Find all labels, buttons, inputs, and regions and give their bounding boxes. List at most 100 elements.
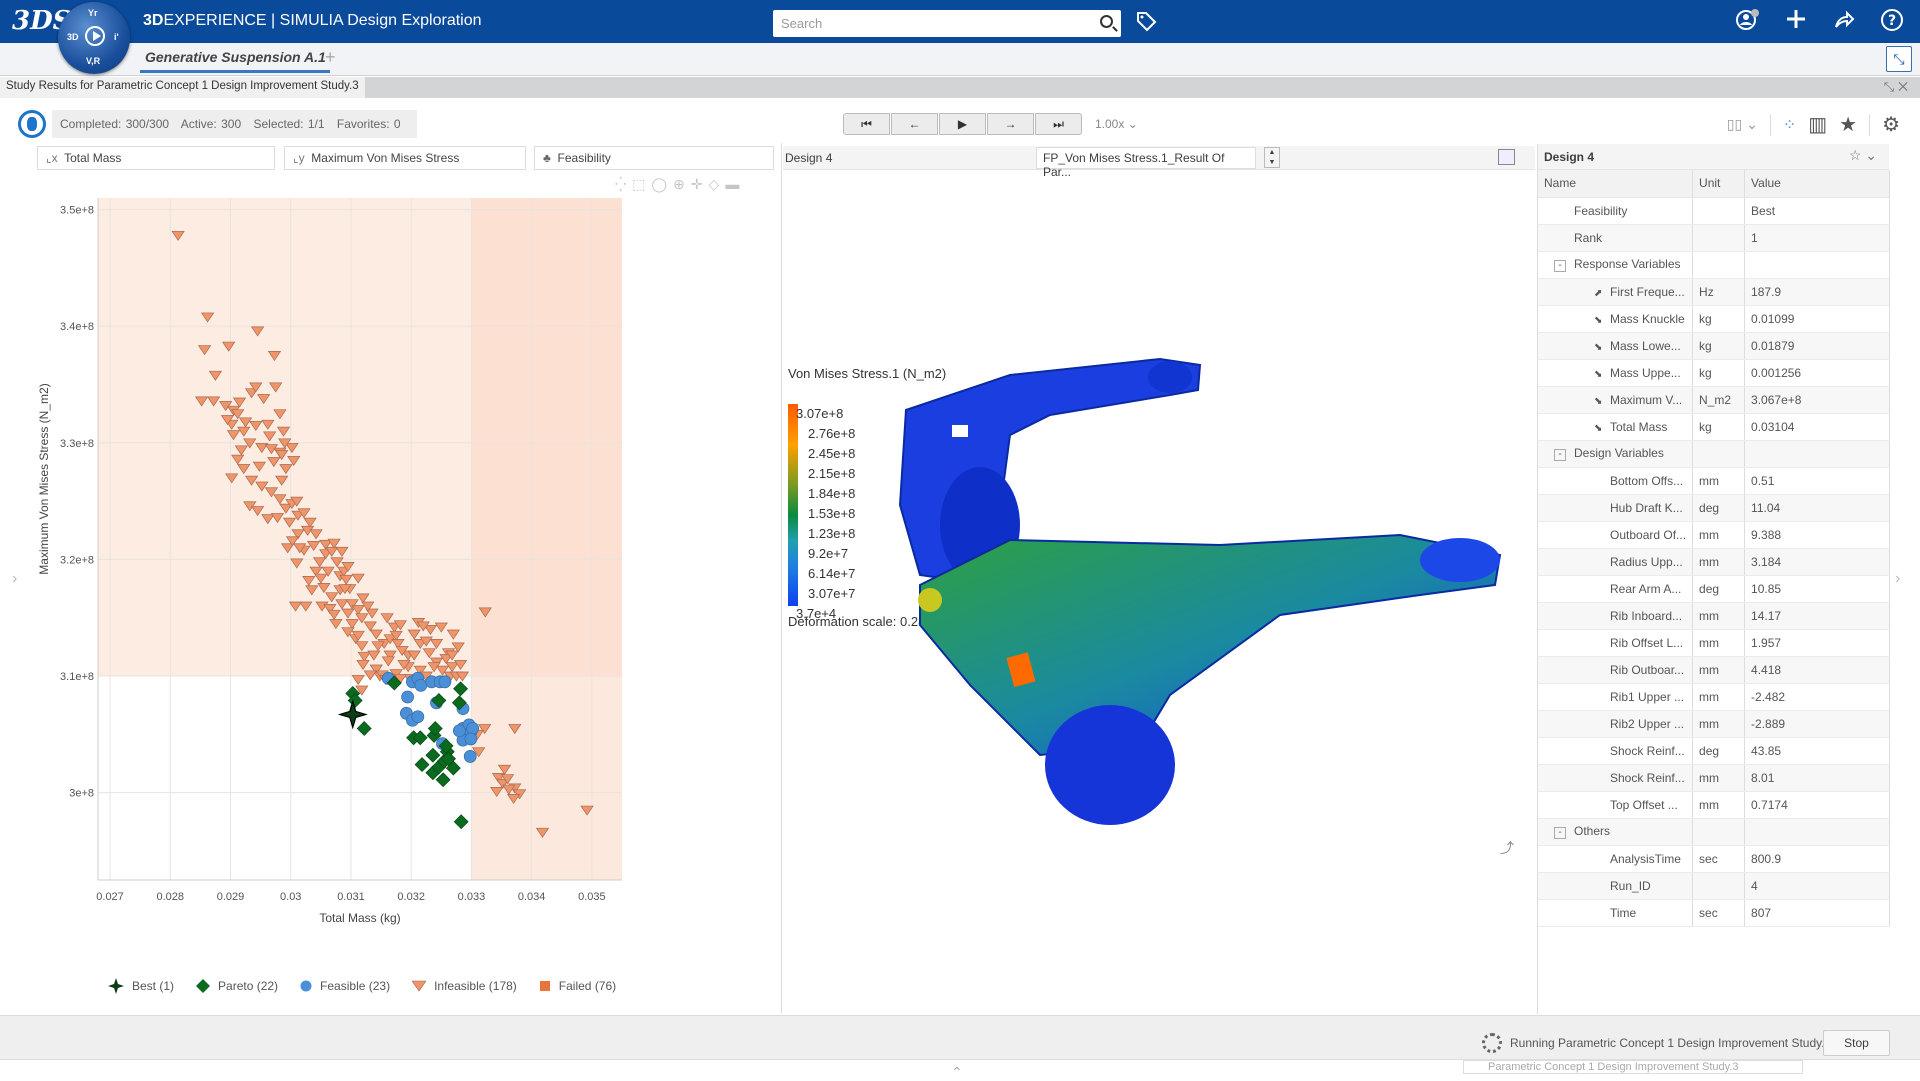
collapse-icon[interactable]: ⤡ (1886, 46, 1912, 72)
add-icon[interactable] (1782, 8, 1810, 38)
details-row[interactable]: ⬊ Total Mass kg 0.03104 (1538, 413, 1890, 441)
close-panel-icon[interactable]: ✕ (1898, 79, 1912, 94)
details-row[interactable]: ⬈ First Freque... Hz 187.9 (1538, 278, 1890, 306)
details-row[interactable]: Time sec 807 (1538, 899, 1890, 927)
spinner-down-icon[interactable]: ▼ (1265, 158, 1279, 168)
details-row[interactable]: ⬊ Maximum V... N_m2 3.067e+8 (1538, 386, 1890, 414)
scatter-chart[interactable]: 0.027 0.028 0.029 0.03 0.031 0.032 0.033 0.034 0… (28, 190, 782, 950)
search-icon[interactable] (1100, 15, 1113, 28)
stress-legend-tick: 1.84e+8 (808, 486, 856, 501)
spinner-up-icon[interactable]: ▲ (1265, 148, 1279, 158)
suspension-model-3d[interactable] (880, 355, 1520, 835)
point-feasible[interactable] (401, 690, 414, 704)
details-row[interactable]: Rank 1 (1538, 224, 1890, 252)
details-row[interactable]: Radius Upp... mm 3.184 (1538, 548, 1890, 576)
y-axis-field[interactable]: ⌞y Maximum Von Mises Stress (284, 146, 526, 170)
details-row[interactable]: Feasibility Best (1538, 197, 1890, 225)
point-feasible[interactable] (414, 678, 428, 692)
info-icon[interactable] (18, 110, 46, 138)
settings-gear-icon[interactable]: ⚙ (1882, 112, 1900, 137)
color-field[interactable]: ♣ Feasibility (534, 146, 774, 170)
minimize-panel-icon[interactable]: ⤡ (1884, 79, 1898, 94)
details-group-row[interactable]: - Others (1538, 818, 1890, 846)
legend-item-infeasible[interactable]: Infeasible (178) (412, 979, 517, 993)
point-pareto[interactable] (453, 681, 469, 697)
favorite-star-outline-icon[interactable]: ☆ ⌄ (1849, 147, 1877, 164)
scatter-plot-icon[interactable]: ⁘ (1783, 115, 1796, 135)
first-design-button[interactable]: ⏮ (843, 113, 890, 135)
x-tick-label: 0.029 (217, 891, 245, 903)
details-row[interactable]: Shock Reinf... mm 8.01 (1538, 764, 1890, 792)
left-panel-expand-icon[interactable]: › (12, 570, 17, 588)
compass-widget[interactable]: Yr 3D i' V,R (58, 2, 130, 74)
next-design-button[interactable]: → (987, 113, 1034, 135)
details-row[interactable]: ⬊ Mass Lowe... kg 0.01879 (1538, 332, 1890, 360)
details-row[interactable]: AnalysisTime sec 800.9 (1538, 845, 1890, 873)
collapse-toggle-icon[interactable]: - (1554, 260, 1566, 272)
collapse-toggle-icon[interactable]: - (1554, 449, 1566, 461)
point-feasible[interactable] (438, 675, 452, 689)
favorite-star-icon[interactable]: ★ (1839, 112, 1857, 137)
point-feasible[interactable] (464, 732, 478, 746)
speed-select[interactable]: 1.00x ⌄ (1095, 117, 1138, 131)
details-row[interactable]: Shock Reinf... deg 43.85 (1538, 737, 1890, 765)
user-icon[interactable] (1734, 8, 1762, 38)
right-panel-expand-icon[interactable]: › (1895, 570, 1900, 588)
point-feasible[interactable] (411, 710, 425, 724)
collapse-toggle-icon[interactable]: - (1554, 827, 1566, 839)
stop-button[interactable]: Stop (1823, 1030, 1890, 1056)
details-row[interactable]: Outboard Of... mm 9.388 (1538, 521, 1890, 549)
layout-icon[interactable]: ▯▯ ⌄ (1727, 116, 1758, 133)
details-row[interactable]: Top Offset ... mm 0.7174 (1538, 791, 1890, 819)
play-button[interactable]: ▶ (939, 113, 986, 135)
point-pareto[interactable] (356, 721, 372, 736)
expand-up-icon[interactable]: ⌃ (951, 1064, 963, 1081)
details-row[interactable]: Rib1 Upper ... mm -2.482 (1538, 683, 1890, 711)
legend-item-best[interactable]: Best (1) (108, 978, 174, 994)
details-row[interactable]: Rib Offset L... mm 1.957 (1538, 629, 1890, 657)
legend-item-feasible[interactable]: Feasible (23) (300, 979, 390, 993)
tag-icon[interactable] (1135, 10, 1157, 38)
details-row[interactable]: Rib2 Upper ... mm -2.889 (1538, 710, 1890, 738)
point-feasible[interactable] (466, 722, 480, 735)
column-header-value[interactable]: Value (1744, 170, 1890, 198)
study-dock-select[interactable]: Parametric Concept 1 Design Improvement … (1463, 1060, 1803, 1074)
search-input[interactable]: Search (773, 10, 1121, 37)
row-unit: mm (1692, 467, 1746, 495)
point-pareto[interactable] (435, 772, 451, 788)
panel-tab-study-results[interactable]: Study Results for Parametric Concept 1 D… (0, 77, 365, 98)
details-row[interactable]: Hub Draft K... deg 11.04 (1538, 494, 1890, 522)
result-select[interactable]: FP_Von Mises Stress.1_Result Of Par... (1036, 147, 1256, 179)
column-header-unit[interactable]: Unit (1692, 170, 1746, 198)
details-row[interactable]: Bottom Offs... mm 0.51 (1538, 467, 1890, 495)
details-group-row[interactable]: - Design Variables (1538, 440, 1890, 468)
details-row[interactable]: Rear Arm A... deg 10.85 (1538, 575, 1890, 603)
previous-design-button[interactable]: ← (891, 113, 938, 135)
column-header-name[interactable]: Name (1538, 170, 1694, 198)
point-infeasible[interactable] (351, 675, 365, 686)
legend-item-failed[interactable]: Failed (76) (539, 979, 616, 993)
help-icon[interactable]: ? (1878, 8, 1906, 38)
share-icon[interactable] (1830, 8, 1858, 38)
point-pareto[interactable] (425, 747, 441, 763)
details-row[interactable]: ⬊ Mass Knuckle kg 0.01099 (1538, 305, 1890, 333)
details-group-row[interactable]: - Response Variables (1538, 251, 1890, 279)
axis-triad-icon[interactable]: ⤴ (1500, 838, 1514, 858)
legend-item-pareto[interactable]: Pareto (22) (196, 979, 278, 993)
image-capture-icon[interactable] (1498, 149, 1515, 165)
tab-generative-suspension[interactable]: Generative Suspension A.1 (140, 49, 330, 73)
details-row[interactable]: Rib Inboard... mm 14.17 (1538, 602, 1890, 630)
details-row[interactable]: Rib Outboar... mm 4.418 (1538, 656, 1890, 684)
details-row[interactable]: Run_ID 4 (1538, 872, 1890, 900)
details-row[interactable]: ⬊ Mass Uppe... kg 0.001256 (1538, 359, 1890, 387)
point-feasible[interactable] (452, 724, 466, 738)
last-design-button[interactable]: ⏭ (1035, 113, 1082, 135)
x-axis-field[interactable]: ⌞x Total Mass (37, 146, 275, 170)
point-feasible[interactable] (463, 750, 477, 763)
point-pareto[interactable] (414, 757, 430, 773)
point-pareto[interactable] (453, 814, 469, 830)
result-spinner[interactable]: ▲ ▼ (1264, 147, 1280, 168)
parallel-coords-icon[interactable]: ▥ (1808, 112, 1827, 137)
add-tab-button[interactable]: + (325, 47, 336, 68)
compass-play-icon[interactable] (85, 26, 105, 46)
